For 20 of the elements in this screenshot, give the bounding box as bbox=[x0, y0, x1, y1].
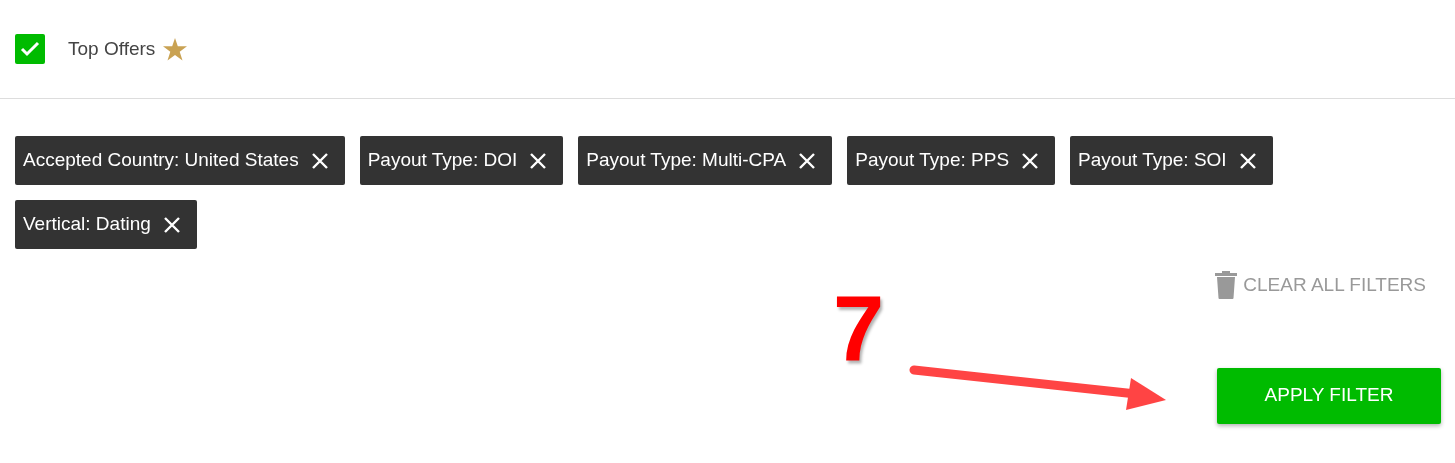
top-offers-label: Top Offers bbox=[68, 36, 156, 61]
filter-label: Payout Type: Multi-CPA bbox=[586, 148, 787, 173]
filter-label: Payout Type: DOI bbox=[367, 148, 518, 173]
close-icon[interactable] bbox=[1238, 151, 1257, 170]
filter-label: Payout Type: SOI bbox=[1078, 148, 1227, 173]
clear-all-filters-link[interactable]: CLEAR ALL FILTERS bbox=[1215, 271, 1426, 300]
checkbox[interactable] bbox=[15, 34, 45, 64]
check-icon bbox=[20, 41, 40, 57]
close-icon[interactable] bbox=[529, 151, 548, 170]
close-icon[interactable] bbox=[310, 151, 329, 170]
close-icon[interactable] bbox=[798, 151, 817, 170]
filter-label: Accepted Country: United States bbox=[23, 148, 299, 173]
trash-icon bbox=[1215, 271, 1238, 300]
filter-label: Vertical: Dating bbox=[23, 212, 151, 237]
apply-filter-button[interactable]: APPLY FILTER bbox=[1217, 367, 1441, 424]
close-icon[interactable] bbox=[1021, 151, 1040, 170]
step-number: 7 bbox=[833, 282, 885, 374]
close-icon[interactable] bbox=[162, 215, 181, 234]
star-icon bbox=[163, 37, 188, 61]
filter-label: Payout Type: PPS bbox=[855, 148, 1010, 173]
